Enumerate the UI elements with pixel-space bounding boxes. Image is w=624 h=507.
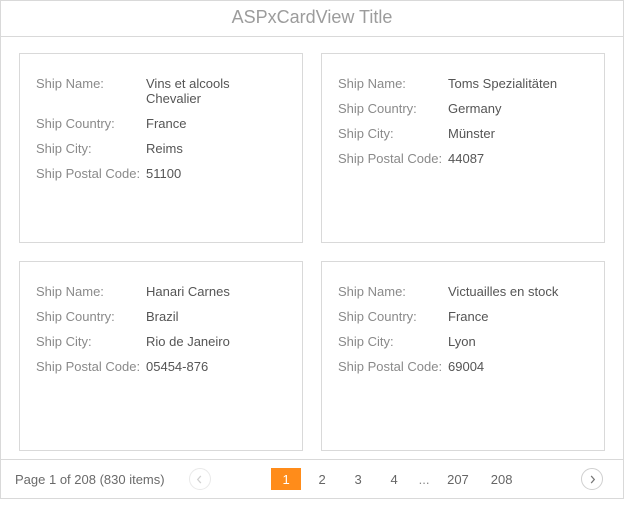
card-row: Ship Name: Toms Spezialitäten (338, 76, 588, 91)
field-label-ship-country: Ship Country: (36, 116, 146, 131)
pager-page-207[interactable]: 207 (439, 468, 477, 490)
card-row: Ship Country: France (338, 309, 588, 324)
field-value-ship-name: Toms Spezialitäten (448, 76, 557, 91)
cards-area: Ship Name: Vins et alcools Chevalier Shi… (1, 37, 623, 459)
card-row: Ship Name: Victuailles en stock (338, 284, 588, 299)
pager-page-2[interactable]: 2 (307, 468, 337, 490)
field-value-ship-postal: 69004 (448, 359, 484, 374)
card-row: Ship City: Reims (36, 141, 286, 156)
pager-page-list: 1234...207 208 (217, 468, 575, 490)
field-label-ship-postal: Ship Postal Code: (36, 359, 146, 374)
card-row: Ship Postal Code: 69004 (338, 359, 588, 374)
card-row: Ship Country: Brazil (36, 309, 286, 324)
pager-page-3[interactable]: 3 (343, 468, 373, 490)
card-row: Ship City: Rio de Janeiro (36, 334, 286, 349)
field-label-ship-name: Ship Name: (338, 284, 448, 299)
field-value-ship-city: Münster (448, 126, 495, 141)
field-label-ship-city: Ship City: (36, 334, 146, 349)
card-row: Ship Name: Vins et alcools Chevalier (36, 76, 286, 106)
field-label-ship-postal: Ship Postal Code: (338, 359, 448, 374)
field-label-ship-city: Ship City: (338, 334, 448, 349)
pager-ellipsis: ... (412, 472, 436, 487)
pager-prev-button[interactable] (189, 468, 211, 490)
field-value-ship-name: Hanari Carnes (146, 284, 230, 299)
field-value-ship-city: Lyon (448, 334, 476, 349)
chevron-left-icon (195, 475, 204, 484)
field-label-ship-name: Ship Name: (338, 76, 448, 91)
title-text: ASPxCardView Title (232, 7, 393, 27)
pager-page-4[interactable]: 4 (379, 468, 409, 490)
card: Ship Name: Toms Spezialitäten Ship Count… (321, 53, 605, 243)
field-label-ship-country: Ship Country: (338, 101, 448, 116)
card: Ship Name: Vins et alcools Chevalier Shi… (19, 53, 303, 243)
field-value-ship-postal: 51100 (146, 166, 181, 181)
card: Ship Name: Hanari Carnes Ship Country: B… (19, 261, 303, 451)
card-row: Ship City: Münster (338, 126, 588, 141)
field-label-ship-postal: Ship Postal Code: (338, 151, 448, 166)
card-row: Ship Country: Germany (338, 101, 588, 116)
field-label-ship-city: Ship City: (338, 126, 448, 141)
card-row: Ship Postal Code: 44087 (338, 151, 588, 166)
title-bar: ASPxCardView Title (1, 1, 623, 37)
card-row: Ship Name: Hanari Carnes (36, 284, 286, 299)
field-value-ship-postal: 44087 (448, 151, 484, 166)
card-row: Ship Postal Code: 51100 (36, 166, 286, 181)
card-view: ASPxCardView Title Ship Name: Vins et al… (0, 0, 624, 499)
chevron-right-icon (588, 475, 597, 484)
card: Ship Name: Victuailles en stock Ship Cou… (321, 261, 605, 451)
field-label-ship-name: Ship Name: (36, 76, 146, 106)
field-value-ship-country: Brazil (146, 309, 179, 324)
card-row: Ship Postal Code: 05454-876 (36, 359, 286, 374)
pager-summary: Page 1 of 208 (830 items) (15, 472, 165, 487)
field-value-ship-postal: 05454-876 (146, 359, 208, 374)
card-row: Ship Country: France (36, 116, 286, 131)
pager-next-button[interactable] (581, 468, 603, 490)
field-value-ship-city: Rio de Janeiro (146, 334, 230, 349)
field-value-ship-country: France (448, 309, 488, 324)
field-label-ship-city: Ship City: (36, 141, 146, 156)
card-row: Ship City: Lyon (338, 334, 588, 349)
field-label-ship-name: Ship Name: (36, 284, 146, 299)
pager: Page 1 of 208 (830 items) 1234...207 208 (1, 459, 623, 498)
field-value-ship-name: Vins et alcools Chevalier (146, 76, 286, 106)
field-label-ship-country: Ship Country: (36, 309, 146, 324)
pager-page-1[interactable]: 1 (271, 468, 301, 490)
field-value-ship-country: France (146, 116, 186, 131)
field-label-ship-country: Ship Country: (338, 309, 448, 324)
pager-page-208[interactable]: 208 (483, 468, 521, 490)
field-label-ship-postal: Ship Postal Code: (36, 166, 146, 181)
field-value-ship-city: Reims (146, 141, 183, 156)
field-value-ship-country: Germany (448, 101, 501, 116)
field-value-ship-name: Victuailles en stock (448, 284, 558, 299)
